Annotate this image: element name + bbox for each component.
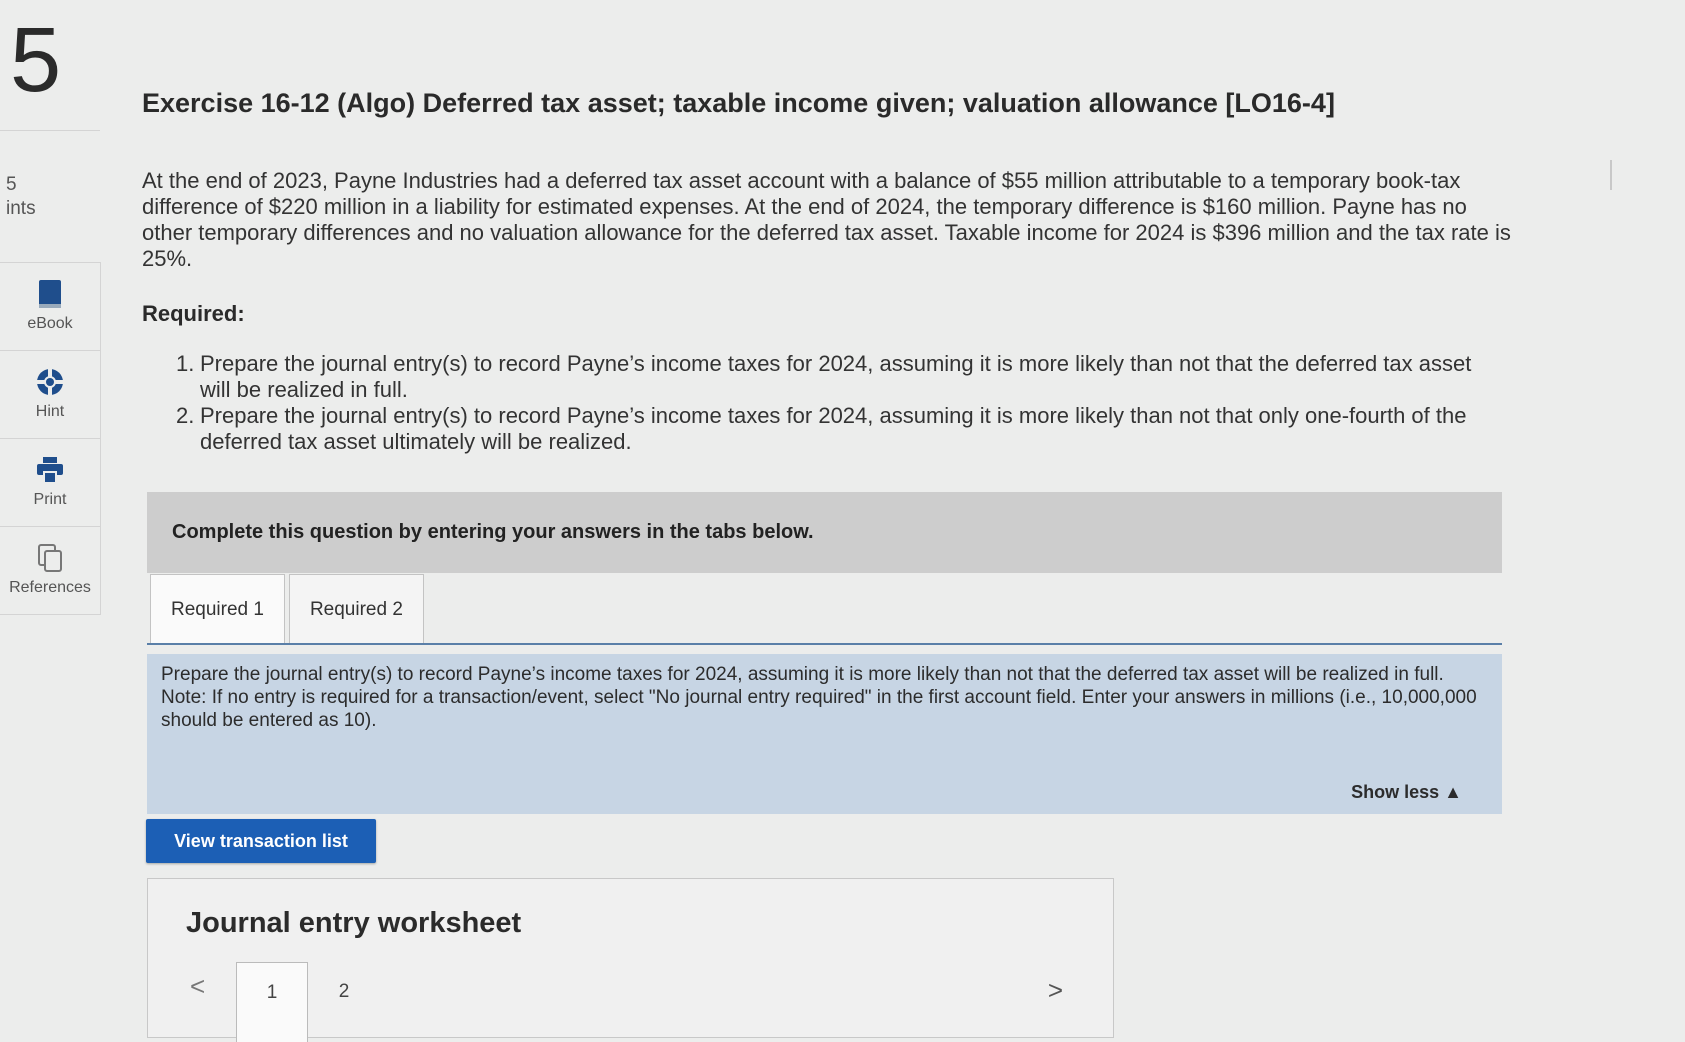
requirement-number: 2. [176,403,195,428]
instruction-bar: Complete this question by entering your … [147,492,1502,573]
side-tools: eBook Hint Print References [0,262,101,615]
edge-marker [1610,160,1612,190]
prompt-note: Note: If no entry is required for a tran… [161,687,1477,731]
question-number: 5 [10,9,62,111]
copy-icon [35,543,65,573]
requirement-number: 1. [176,351,195,376]
worksheet-page-1[interactable]: 1 [236,962,308,1042]
show-less-link[interactable]: Show less ▲ [1351,781,1462,804]
worksheet-page-2[interactable]: 2 [308,962,380,1042]
tab-required-2[interactable]: Required 2 [288,574,424,643]
hint-tool[interactable]: Hint [0,351,100,439]
lifebuoy-icon [35,367,65,397]
book-icon [35,279,65,309]
ebook-tool[interactable]: eBook [0,263,100,351]
references-tool[interactable]: References [0,527,100,615]
worksheet-title: Journal entry worksheet [186,907,522,939]
print-label: Print [33,491,67,508]
requirement-text: Prepare the journal entry(s) to record P… [200,351,1472,402]
chevron-left-icon[interactable]: < [190,971,205,1002]
exercise-title: Exercise 16-12 (Algo) Deferred tax asset… [142,88,1335,118]
requirement-tabs: Required 1 Required 2 [150,574,428,644]
chevron-right-icon[interactable]: > [1048,975,1063,1006]
points-label: ints [6,198,36,219]
print-tool[interactable]: Print [0,439,100,527]
requirement-item: 1. Prepare the journal entry(s) to recor… [176,351,1506,403]
problem-statement: At the end of 2023, Payne Industries had… [142,168,1511,271]
requirement-text: Prepare the journal entry(s) to record P… [200,403,1467,454]
tab-required-1[interactable]: Required 1 [150,574,285,644]
divider [0,130,100,131]
hint-label: Hint [35,403,65,420]
prompt-text: Prepare the journal entry(s) to record P… [161,664,1444,685]
references-label: References [9,579,91,596]
printer-icon [35,455,65,485]
tab-underline [147,643,1502,645]
points-value: 5 [6,174,17,195]
journal-entry-worksheet: Journal entry worksheet < 1 2 > [147,878,1114,1042]
points-display: 5 ints [6,173,36,221]
view-transaction-list-button[interactable]: View transaction list [146,819,376,863]
requirement-item: 2. Prepare the journal entry(s) to recor… [176,403,1506,455]
prompt-box: Prepare the journal entry(s) to record P… [147,654,1502,814]
required-heading: Required: [142,301,245,326]
requirements-list: 1. Prepare the journal entry(s) to recor… [176,351,1506,455]
ebook-label: eBook [27,315,73,332]
